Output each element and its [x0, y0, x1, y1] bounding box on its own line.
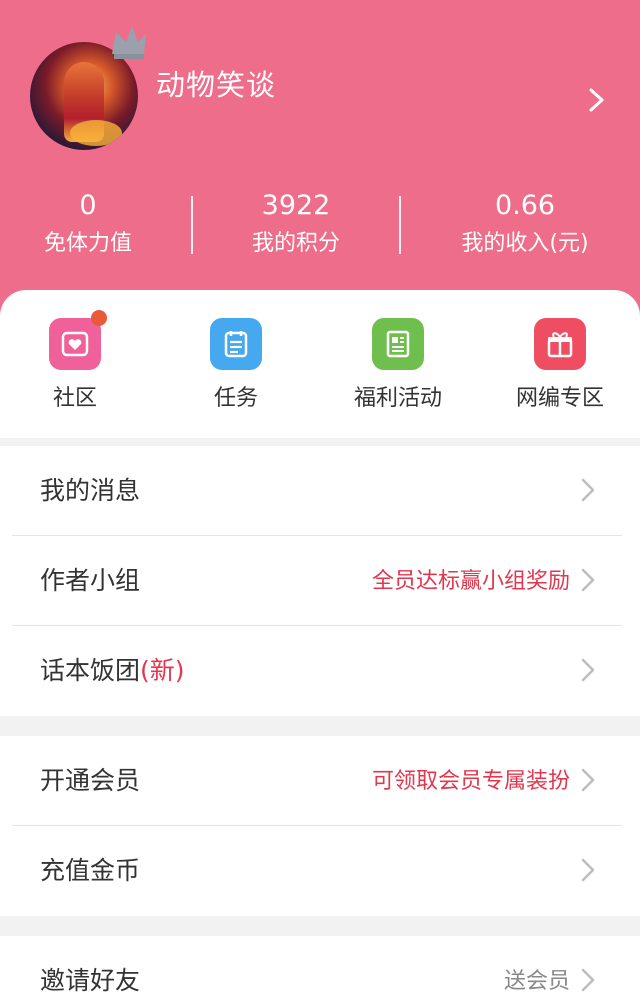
menu-item-script-fans[interactable]: 话本饭团(新) — [0, 626, 640, 716]
menu-label: 充值金币 — [40, 856, 141, 885]
menu-hint: 送会员 — [503, 969, 570, 994]
avatar[interactable] — [30, 26, 146, 152]
crown-icon — [112, 26, 146, 59]
menu-item-recharge[interactable]: 充值金币 — [0, 826, 640, 916]
menu-label: 邀请好友 — [40, 966, 141, 995]
grid-item-community[interactable]: 社区 — [0, 310, 155, 414]
menu-label: 开通会员 — [40, 766, 141, 795]
menu-hint: 全员达标赢小组奖励 — [371, 569, 570, 594]
menu-label: 话本饭团(新) — [40, 654, 185, 688]
menu-item-author-group[interactable]: 作者小组 全员达标赢小组奖励 — [0, 536, 640, 626]
username[interactable]: 动物笑谈 — [156, 62, 276, 104]
menu-item-vip[interactable]: 开通会员 可领取会员专属装扮 — [0, 736, 640, 826]
stat-value: 0.66 — [494, 190, 556, 221]
grid-label: 网编专区 — [515, 386, 604, 411]
stat-income[interactable]: 0.66 我的收入(元) — [421, 188, 629, 264]
chevron-right-icon — [581, 658, 595, 682]
menu-label: 作者小组 — [40, 566, 141, 595]
menu-label-text: 话本饭团 — [40, 656, 141, 685]
chevron-right-icon — [581, 478, 595, 502]
menu-group-1: 我的消息 作者小组 全员达标赢小组奖励 话本饭团(新) — [0, 446, 640, 716]
new-tag: (新) — [140, 656, 185, 685]
stat-points[interactable]: 3922 我的积分 — [192, 188, 400, 264]
stat-label: 免体力值 — [43, 231, 132, 256]
menu-item-messages[interactable]: 我的消息 — [0, 446, 640, 536]
menu-group-2: 开通会员 可领取会员专属装扮 充值金币 — [0, 736, 640, 916]
menu-label: 我的消息 — [40, 476, 141, 505]
profile-chevron-right-icon[interactable] — [586, 86, 608, 114]
menu-group-3: 邀请好友 送会员 — [0, 936, 640, 1006]
welfare-icon — [372, 318, 424, 370]
grid-item-editor-zone[interactable]: 网编专区 — [480, 318, 640, 414]
feature-grid: 社区 任务 福利活动 网编专区 — [0, 290, 640, 438]
grid-label: 社区 — [52, 386, 97, 411]
notification-dot — [91, 310, 107, 326]
chevron-right-icon — [581, 568, 595, 592]
stat-stamina[interactable]: 0 免体力值 — [0, 188, 192, 264]
community-icon — [49, 310, 107, 370]
stat-divider — [191, 196, 193, 254]
chevron-right-icon — [581, 858, 595, 882]
chevron-right-icon — [581, 768, 595, 792]
menu-item-invite[interactable]: 邀请好友 送会员 — [0, 936, 640, 1006]
stat-value: 3922 — [261, 190, 331, 221]
menu-hint: 可领取会员专属装扮 — [371, 769, 570, 794]
grid-item-welfare[interactable]: 福利活动 — [318, 318, 478, 414]
tasks-icon — [210, 318, 262, 370]
grid-label: 任务 — [213, 386, 258, 411]
profile-header: 动物笑谈 0 免体力值 3922 我的积分 0.66 我的收入(元) — [0, 0, 640, 330]
stat-divider — [399, 196, 401, 254]
stat-value: 0 — [79, 190, 97, 221]
chevron-right-icon — [581, 968, 595, 992]
stat-label: 我的收入(元) — [461, 231, 589, 256]
grid-label: 福利活动 — [353, 386, 442, 411]
grid-item-tasks[interactable]: 任务 — [156, 318, 316, 414]
stat-label: 我的积分 — [251, 231, 340, 256]
gift-icon — [534, 318, 586, 370]
